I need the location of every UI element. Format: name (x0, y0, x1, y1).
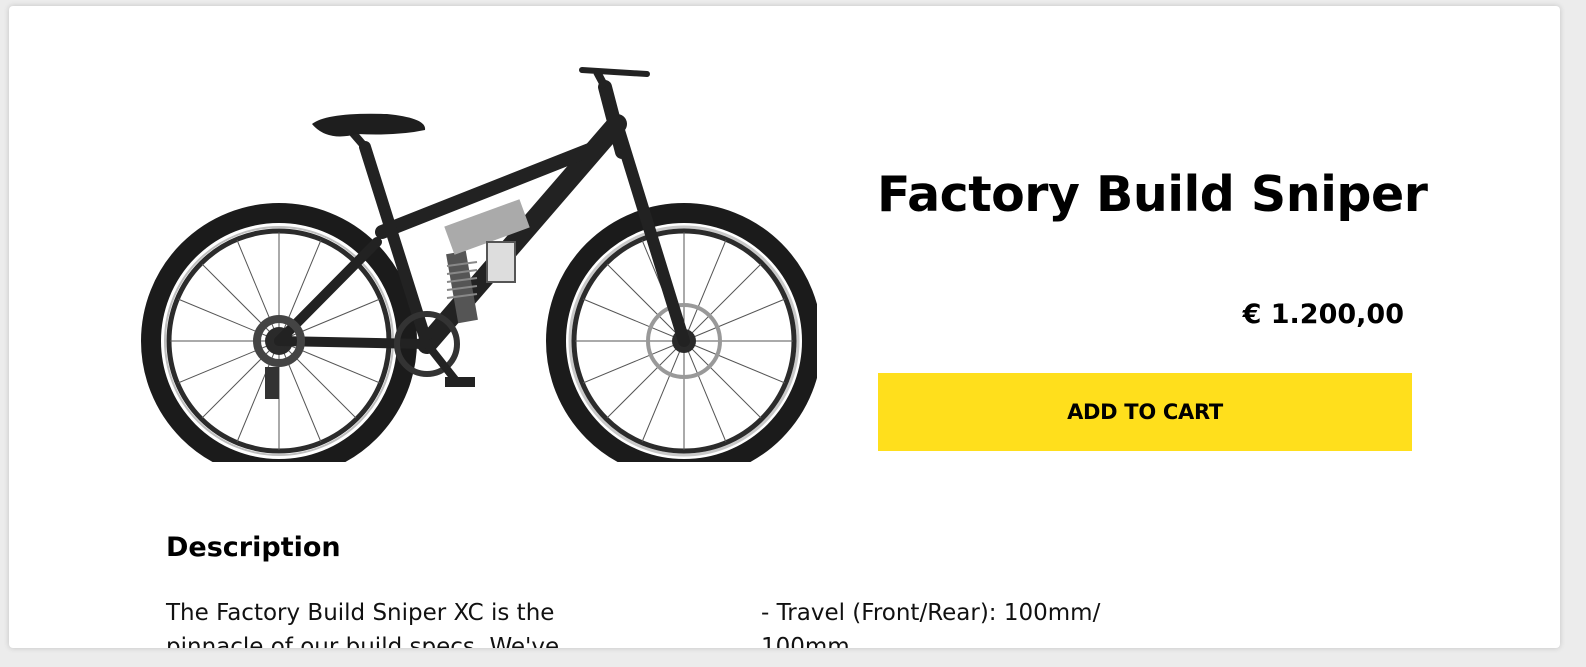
bike-image (141, 67, 817, 462)
add-to-cart-button[interactable]: ADD TO CART (878, 373, 1412, 451)
description-heading: Description (166, 532, 341, 563)
product-title: Factory Build Sniper (877, 166, 1428, 223)
description-text-left: The Factory Build Sniper XC is the pinna… (166, 600, 560, 648)
description-text-right: - Travel (Front/Rear): 100mm/ 100mm (761, 600, 1101, 648)
product-card: Factory Build Sniper € 1.200,00 ADD TO C… (9, 6, 1560, 648)
product-price: € 1.200,00 (1242, 299, 1404, 330)
